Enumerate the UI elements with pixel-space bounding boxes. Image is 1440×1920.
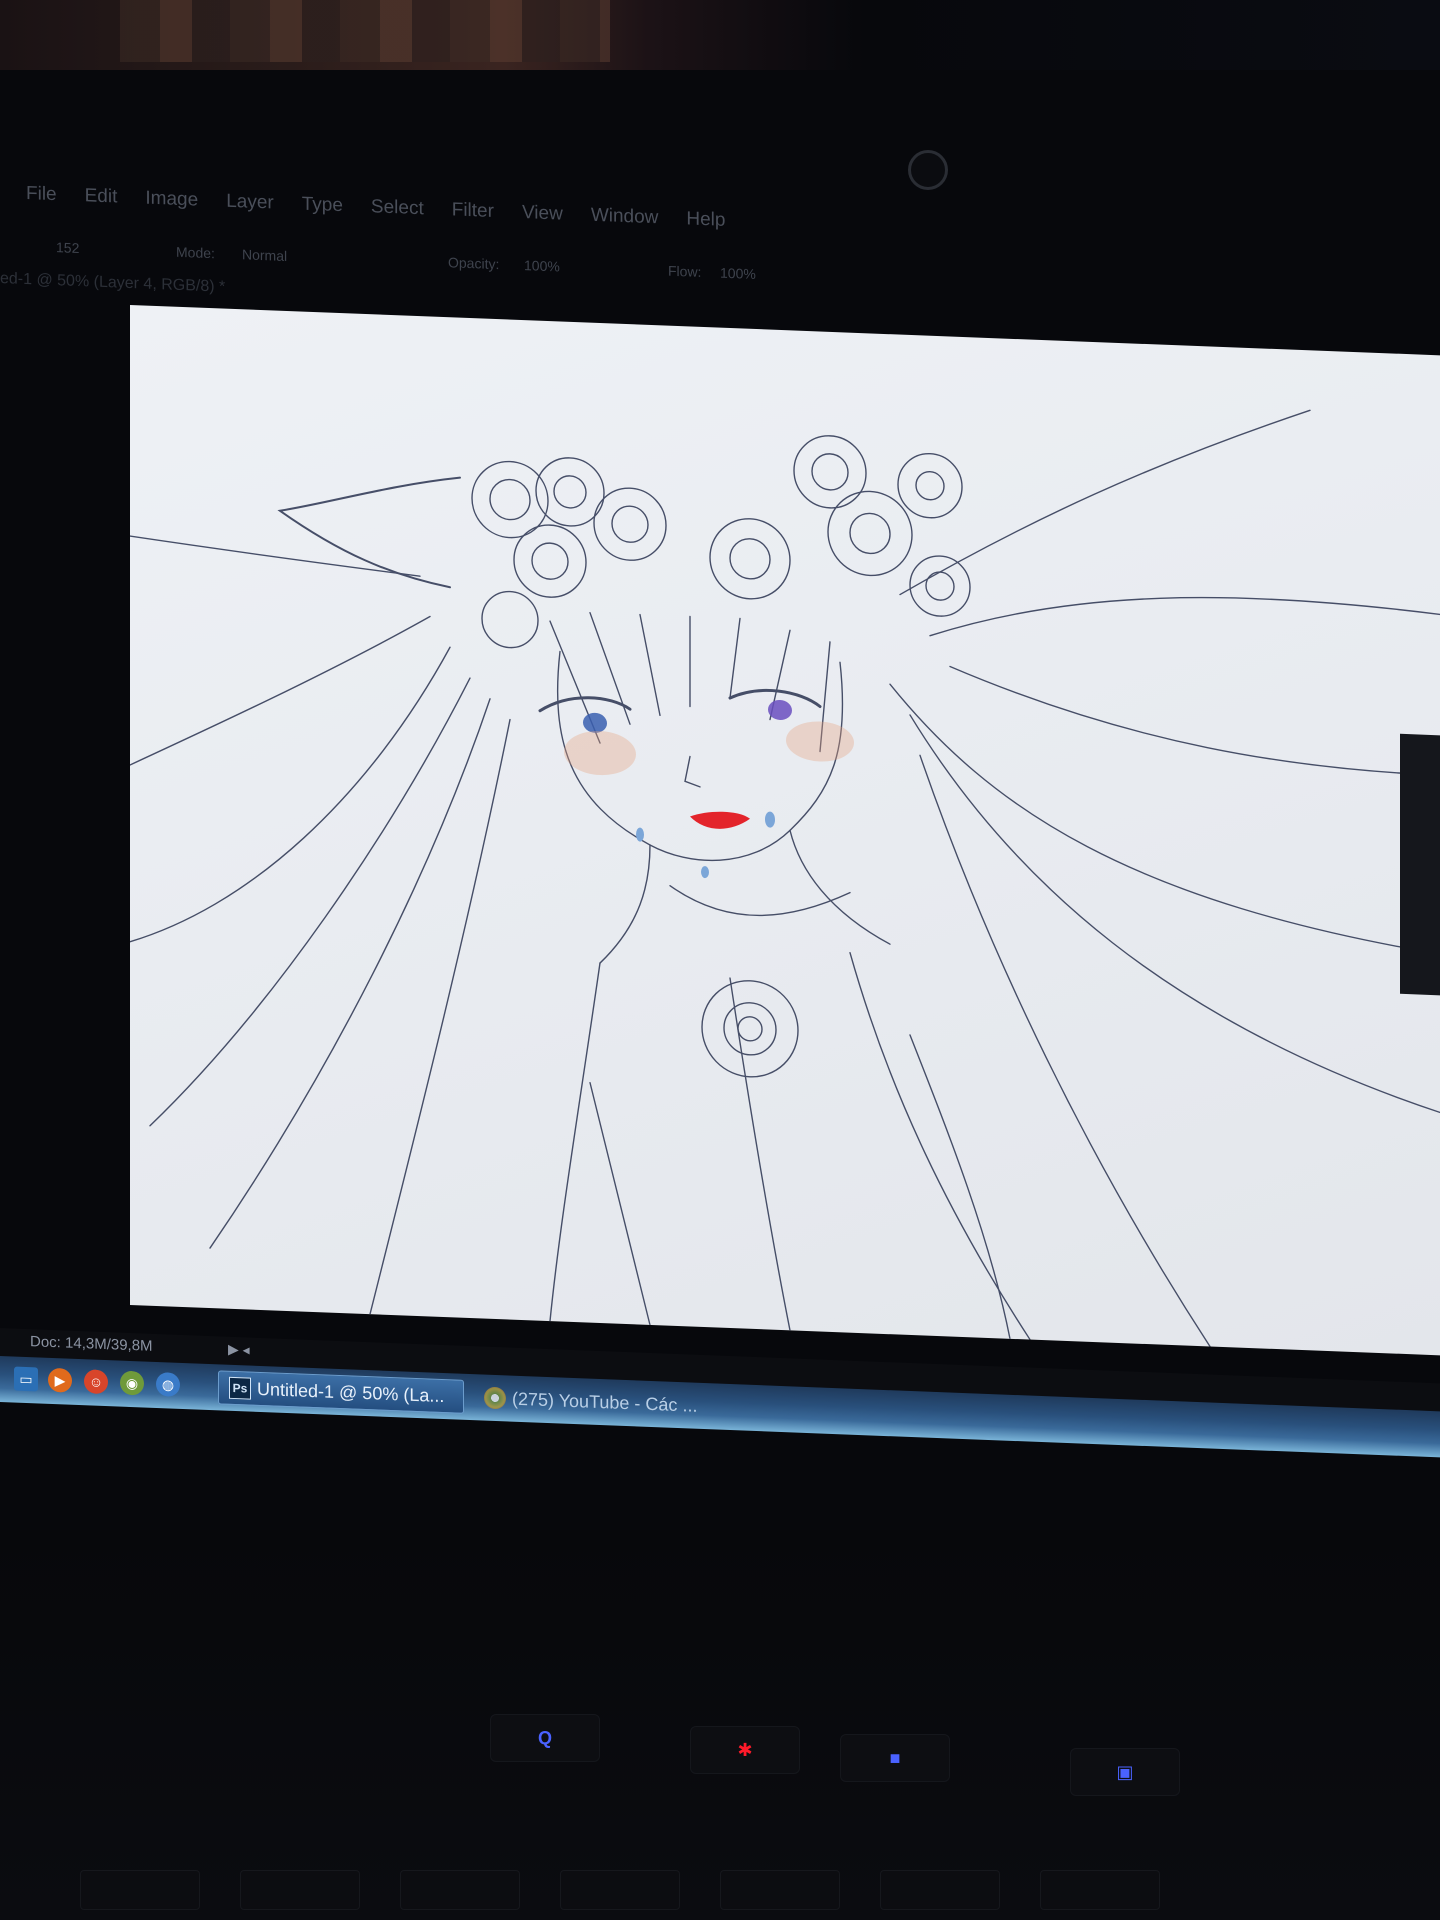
menu-select[interactable]: Select	[361, 184, 442, 237]
background-wall	[0, 0, 1440, 70]
mode-label: Mode:	[176, 243, 215, 262]
status-menu-arrow-icon[interactable]: ▶ ◂	[228, 1341, 250, 1359]
hw-button-power-icon[interactable]: ✱	[690, 1726, 800, 1774]
photoshop-icon: Ps	[229, 1376, 251, 1400]
hw-button-media-icon[interactable]: ▣	[1070, 1748, 1180, 1796]
laptop-keyboard-deck	[0, 1530, 1440, 1920]
menu-filter[interactable]: Filter	[442, 187, 512, 240]
taskbar-photoshop-label: Untitled-1 @ 50% (La...	[257, 1378, 445, 1406]
hw-button-q[interactable]: Q	[490, 1714, 600, 1762]
taskbar-youtube-button[interactable]: (275) YouTube - Các ...	[474, 1380, 710, 1423]
background-photos	[120, 0, 610, 62]
menu-layer[interactable]: Layer	[216, 178, 292, 231]
opacity-label: Opacity:	[448, 254, 500, 273]
flow-label: Flow:	[668, 262, 702, 280]
layers-panel-edge[interactable]	[1400, 733, 1440, 996]
menu-help[interactable]: Help	[676, 196, 743, 249]
sketch-artwork	[130, 409, 1440, 1348]
fn-key[interactable]	[560, 1870, 680, 1910]
function-key-row	[80, 1870, 1380, 1910]
messenger-icon[interactable]: ☺	[84, 1369, 108, 1395]
fn-key[interactable]	[1040, 1870, 1160, 1910]
taskbar-photoshop-button[interactable]: Ps Untitled-1 @ 50% (La...	[218, 1370, 464, 1414]
fn-key[interactable]	[240, 1870, 360, 1910]
menu-window[interactable]: Window	[581, 192, 677, 246]
chrome-tab-icon	[484, 1386, 506, 1410]
opacity-field[interactable]: 100%	[524, 257, 560, 274]
chrome-icon[interactable]: ◉	[120, 1370, 144, 1396]
media-player-icon[interactable]: ▶	[48, 1367, 72, 1393]
fn-key[interactable]	[720, 1870, 840, 1910]
browser-icon[interactable]: ◍	[156, 1371, 180, 1397]
menu-type[interactable]: Type	[292, 181, 361, 234]
fn-key[interactable]	[880, 1870, 1000, 1910]
fn-key[interactable]	[80, 1870, 200, 1910]
menu-view[interactable]: View	[512, 190, 581, 243]
brush-size-picker[interactable]: 152	[56, 239, 79, 256]
doc-size-readout[interactable]: Doc: 14,3M/39,8M	[30, 1333, 153, 1355]
drawing-canvas[interactable]	[130, 304, 1440, 1356]
photoshop-window: File Edit Image Layer Type Select Filter…	[0, 140, 1440, 1565]
taskbar-youtube-label: (275) YouTube - Các ...	[512, 1388, 698, 1416]
show-desktop-icon[interactable]: ▭	[14, 1366, 38, 1392]
flow-field[interactable]: 100%	[720, 265, 756, 282]
fn-key[interactable]	[400, 1870, 520, 1910]
menu-file[interactable]: File	[16, 171, 75, 223]
menu-edit[interactable]: Edit	[75, 173, 136, 225]
mode-select[interactable]: Normal	[242, 246, 287, 264]
hw-button-wifi-icon[interactable]: ■	[840, 1734, 950, 1782]
menu-image[interactable]: Image	[135, 175, 216, 228]
